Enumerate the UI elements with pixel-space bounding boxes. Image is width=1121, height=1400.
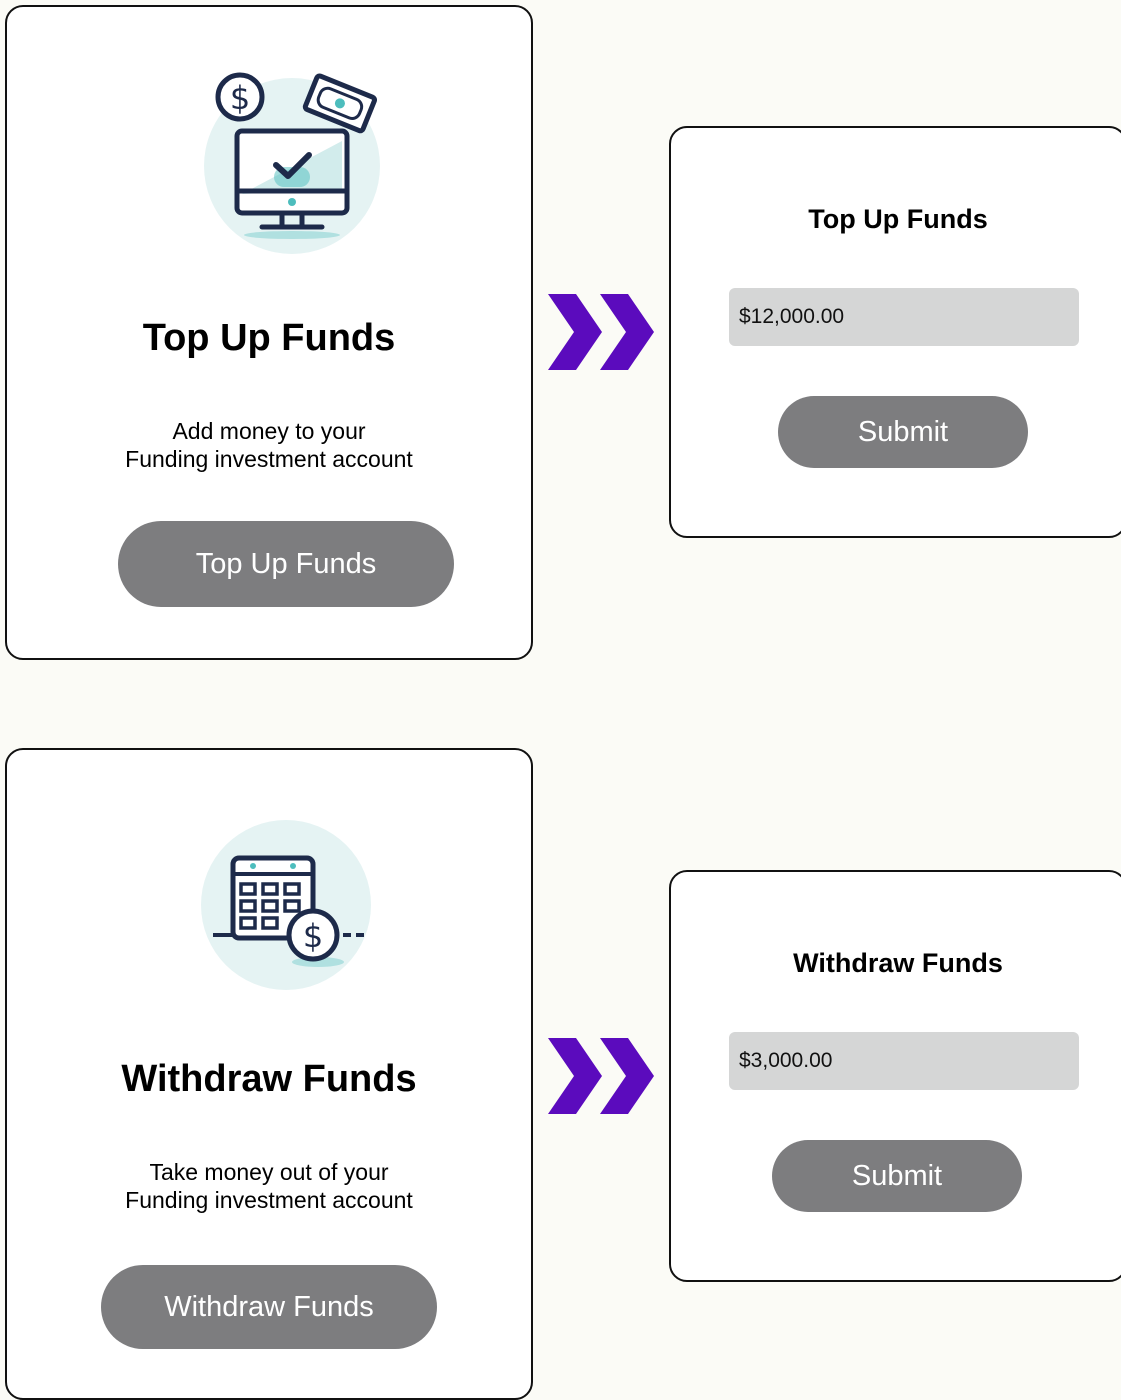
double-chevron-right-icon [548,1038,654,1114]
withdraw-amount-input[interactable]: $3,000.00 [729,1032,1079,1090]
svg-text:$: $ [303,917,323,955]
withdraw-submit-button[interactable]: Submit [772,1140,1022,1212]
description-line: Add money to your [172,418,366,444]
top-up-form: Top Up Funds $12,000.00 Submit [669,126,1121,538]
top-up-button[interactable]: Top Up Funds [118,521,454,607]
top-up-amount-input[interactable]: $12,000.00 [729,288,1079,346]
description-line: Take money out of your [149,1159,389,1185]
top-up-card-title: Top Up Funds [142,317,396,359]
withdraw-form: Withdraw Funds $3,000.00 Submit [669,870,1121,1282]
svg-text:$: $ [230,79,250,117]
top-up-card: $ Top Up Funds Add money to your Funding… [5,5,533,660]
withdraw-card-title: Withdraw Funds [121,1058,417,1100]
withdraw-form-title: Withdraw Funds [793,948,1003,978]
withdraw-card: $ Withdraw Funds Take money out of your … [5,748,533,1400]
top-up-card-description: Add money to your Funding investment acc… [7,417,531,473]
description-line: Funding investment account [125,1187,413,1213]
calendar-dollar-icon: $ [201,820,371,990]
top-up-form-title: Top Up Funds [808,204,988,234]
description-line: Funding investment account [125,446,413,472]
top-up-submit-button[interactable]: Submit [778,396,1028,468]
withdraw-card-description: Take money out of your Funding investmen… [7,1158,531,1214]
computer-payment-icon: $ [204,72,380,254]
double-chevron-right-icon [548,294,654,370]
withdraw-button[interactable]: Withdraw Funds [101,1265,437,1349]
